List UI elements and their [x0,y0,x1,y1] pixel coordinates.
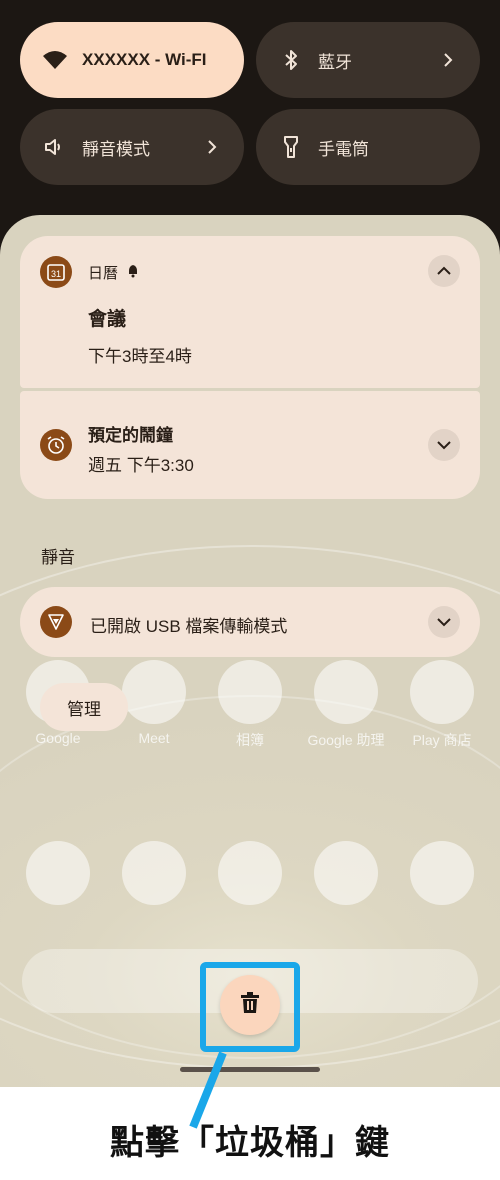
silent-section-label: 靜音 [41,548,75,567]
play-store-app-icon [410,660,474,724]
usb-notification-title: 已開啟 USB 檔案傳輸模式 [90,617,288,636]
wifi-icon [42,47,68,73]
flashlight-label: 手電筒 [318,139,369,159]
settings-app-icon [410,841,474,905]
gesture-handle [180,1067,320,1072]
chevron-right-icon[interactable] [202,137,222,157]
calendar-icon: 31 [40,256,72,288]
phone-screen: XXXXXX - Wi-FI 藍牙 靜音模式 手電筒 Google Meet 相… [0,0,500,1087]
bluetooth-icon [278,47,304,73]
alarm-clock-icon [40,429,72,461]
google-app-label: Google [35,730,81,746]
bluetooth-tile[interactable]: 藍牙 [256,22,480,98]
calendar-event-time: 下午3時至4時 [88,347,192,366]
calendar-notification[interactable]: 31 日曆 會議 下午3時至4時 [20,236,480,388]
usb-icon [40,606,72,638]
alarm-title: 預定的鬧鐘 [88,426,173,445]
alarm-bell-icon [126,264,140,283]
collapse-button[interactable] [428,255,460,287]
photos-app-icon [218,660,282,724]
meet-app-icon [122,660,186,724]
alarm-notification[interactable]: 預定的鬧鐘 週五 下午3:30 [20,391,480,499]
phone-app-icon [26,841,90,905]
speaker-icon [42,134,68,160]
silent-mode-tile[interactable]: 靜音模式 [20,109,244,185]
chevron-right-icon[interactable] [438,50,458,70]
instruction-caption: 點擊「垃圾桶」鍵 [110,1124,390,1162]
assistant-app-icon [314,660,378,724]
wifi-label: XXXXXX - Wi-FI [82,50,207,69]
bluetooth-label: 藍牙 [318,52,352,72]
flashlight-tile[interactable]: 手電筒 [256,109,480,185]
trash-button-highlight [200,962,300,1052]
camera-app-icon [314,841,378,905]
play-store-app-label: Play 商店 [412,732,472,748]
alarm-time: 週五 下午3:30 [88,456,194,475]
svg-text:31: 31 [51,269,61,279]
calendar-app-name: 日曆 [88,265,119,282]
photos-app-label: 相簿 [236,732,264,748]
expand-button[interactable] [428,606,460,638]
expand-button[interactable] [428,429,460,461]
meet-app-label: Meet [138,730,170,746]
silent-mode-label: 靜音模式 [82,139,150,159]
notification-shade: Google Meet 相簿 Google 助理 Play 商店 31 日曆 會… [0,215,500,1087]
flashlight-icon [278,134,304,160]
assistant-app-label: Google 助理 [307,732,385,748]
usb-notification[interactable]: 已開啟 USB 檔案傳輸模式 [20,587,480,657]
manage-button[interactable]: 管理 [40,683,128,731]
chrome-app-icon [218,841,282,905]
messages-app-icon [122,841,186,905]
wifi-tile[interactable]: XXXXXX - Wi-FI [20,22,244,98]
calendar-event-title: 會議 [88,309,127,330]
